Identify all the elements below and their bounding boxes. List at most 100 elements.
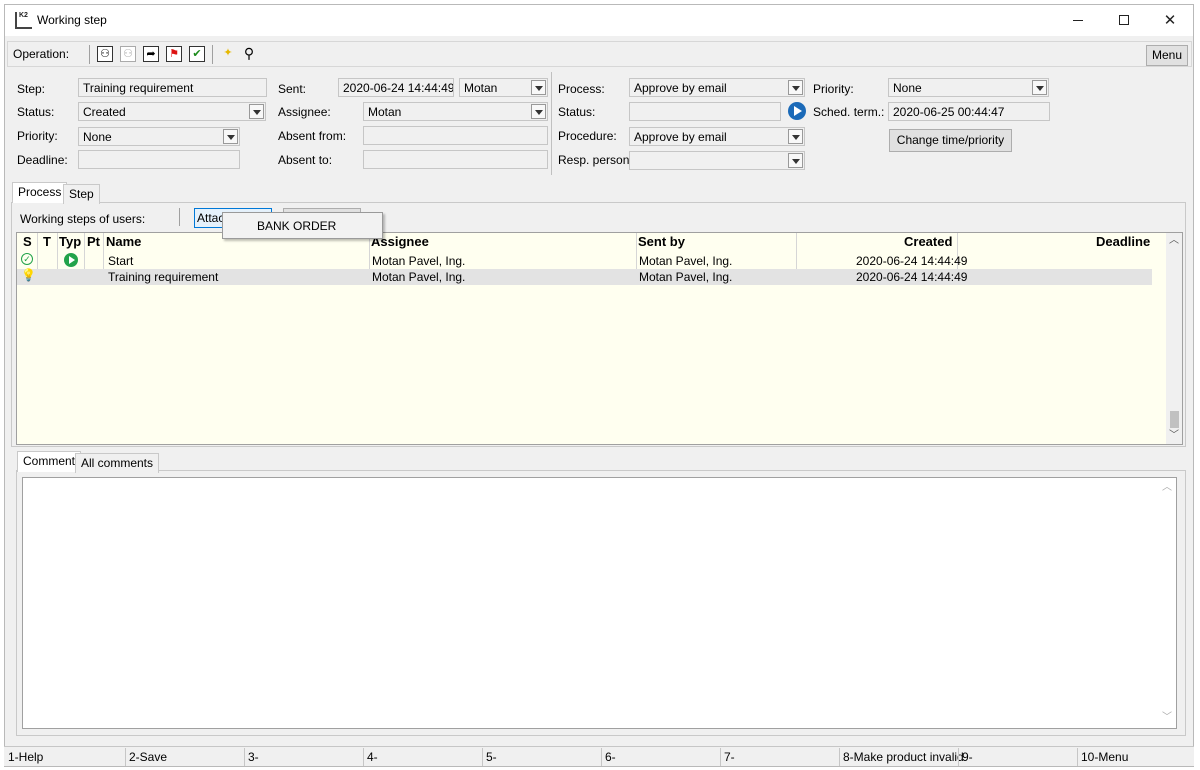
procedure-select[interactable]: Approve by email bbox=[629, 127, 805, 146]
priority-select-value: None bbox=[83, 130, 112, 144]
app-logo-text: K2 bbox=[19, 12, 28, 19]
col-header-sent-by[interactable]: Sent by bbox=[638, 234, 685, 249]
procedure-label: Procedure: bbox=[558, 129, 617, 143]
assignee-select-value: Motan bbox=[368, 105, 402, 119]
row-name: Training requirement bbox=[108, 270, 219, 284]
flag-red-icon[interactable]: ⚑ bbox=[166, 46, 182, 62]
forward-icon[interactable]: ➦ bbox=[143, 46, 159, 62]
assignee-select[interactable]: Motan bbox=[363, 102, 548, 121]
play-icon[interactable] bbox=[788, 102, 806, 120]
return-disabled-icon[interactable]: ⚇ bbox=[120, 46, 136, 62]
close-button[interactable]: ✕ bbox=[1147, 5, 1193, 35]
chevron-down-icon[interactable] bbox=[531, 80, 546, 95]
new-item-star-icon[interactable]: ✦ bbox=[220, 46, 236, 62]
status-label: Status: bbox=[17, 105, 55, 119]
process-priority-value: None bbox=[893, 81, 922, 95]
row-name: Start bbox=[108, 254, 134, 268]
maximize-button[interactable] bbox=[1101, 5, 1147, 35]
fkey-2[interactable]: 2-Save bbox=[129, 750, 167, 764]
col-header-pt[interactable]: Pt bbox=[87, 234, 100, 249]
col-header-created[interactable]: Created bbox=[904, 234, 952, 249]
col-header-t[interactable]: T bbox=[43, 234, 51, 249]
col-header-typ[interactable]: Typ bbox=[59, 234, 81, 249]
fkey-1[interactable]: 1-Help bbox=[8, 750, 43, 764]
working-steps-grid: S T Typ Pt Name Assignee Sent by Created… bbox=[16, 232, 1183, 445]
fkey-3[interactable]: 3- bbox=[248, 750, 259, 764]
grid-header: S T Typ Pt Name Assignee Sent by Created… bbox=[17, 233, 1152, 251]
sent-label: Sent: bbox=[278, 82, 307, 96]
search-icon[interactable]: ⚲ bbox=[241, 46, 257, 62]
priority-label: Priority: bbox=[17, 129, 58, 143]
title-bar: K2 Working step ✕ bbox=[5, 5, 1193, 36]
lightbulb-icon: 💡 bbox=[21, 268, 36, 282]
status-ok-icon: ✓ bbox=[21, 253, 33, 265]
operation-toolbar: Operation: ⚇ ⚇ ➦ ⚑ ✔ ✦ ⚲ Menu bbox=[7, 41, 1192, 67]
chevron-down-icon[interactable] bbox=[531, 104, 546, 119]
priority-select[interactable]: None bbox=[78, 127, 240, 146]
scroll-up-icon[interactable]: ︿ bbox=[1159, 480, 1175, 496]
scroll-down-icon[interactable]: ﹀ bbox=[1166, 428, 1182, 444]
comment-scrollbar[interactable]: ︿ ﹀ bbox=[1159, 478, 1176, 728]
fkey-6[interactable]: 6- bbox=[605, 750, 616, 764]
take-over-icon[interactable]: ⚇ bbox=[97, 46, 113, 62]
chevron-down-icon[interactable] bbox=[788, 153, 803, 168]
fkey-9[interactable]: 9- bbox=[962, 750, 973, 764]
resp-person-select[interactable] bbox=[629, 151, 805, 170]
tab-comment[interactable]: Comment bbox=[17, 451, 82, 472]
change-time-priority-button[interactable]: Change time/priority bbox=[889, 129, 1012, 152]
col-header-s[interactable]: S bbox=[23, 234, 32, 249]
table-row[interactable]: ✓ Start Motan Pavel, Ing. Motan Pavel, I… bbox=[17, 253, 1152, 269]
maximize-icon bbox=[1119, 15, 1129, 25]
chevron-down-icon[interactable] bbox=[788, 129, 803, 144]
sched-term-field[interactable]: 2020-06-25 00:44:47 bbox=[888, 102, 1050, 121]
chevron-down-icon[interactable] bbox=[249, 104, 264, 119]
row-assignee: Motan Pavel, Ing. bbox=[372, 270, 466, 284]
grid-scrollbar[interactable]: ︿ ﹀ bbox=[1166, 233, 1182, 444]
app-logo-icon: K2 bbox=[15, 12, 32, 29]
process-status-field[interactable] bbox=[629, 102, 781, 121]
fkey-10[interactable]: 10-Menu bbox=[1081, 750, 1128, 764]
close-icon: ✕ bbox=[1163, 12, 1177, 29]
chevron-down-icon[interactable] bbox=[1032, 80, 1047, 95]
check-green-icon[interactable]: ✔ bbox=[189, 46, 205, 62]
status-select[interactable]: Created bbox=[78, 102, 266, 121]
sched-term-label: Sched. term.: bbox=[813, 105, 885, 119]
tab-step[interactable]: Step bbox=[63, 184, 100, 204]
sent-field[interactable]: 2020-06-24 14:44:49 bbox=[338, 78, 454, 97]
fkey-4[interactable]: 4- bbox=[367, 750, 378, 764]
scroll-down-icon[interactable]: ﹀ bbox=[1159, 710, 1175, 726]
absent-from-field[interactable] bbox=[363, 126, 548, 145]
sent-user-select[interactable]: Motan bbox=[459, 78, 548, 97]
comment-textarea[interactable]: ︿ ﹀ bbox=[22, 477, 1177, 729]
absent-to-label: Absent to: bbox=[278, 153, 333, 167]
minimize-button[interactable] bbox=[1055, 5, 1101, 35]
fkey-8[interactable]: 8-Make product invalid bbox=[843, 750, 964, 764]
attachment-popup-menu: BANK ORDER bbox=[222, 212, 383, 239]
fkey-separator bbox=[363, 748, 364, 766]
popup-item-bank-order[interactable]: BANK ORDER bbox=[257, 219, 336, 233]
status-select-value: Created bbox=[83, 105, 126, 119]
scroll-up-icon[interactable]: ︿ bbox=[1166, 233, 1182, 249]
table-row-selected[interactable]: 💡 Training requirement Motan Pavel, Ing.… bbox=[17, 269, 1152, 285]
fkey-separator bbox=[482, 748, 483, 766]
fkey-separator bbox=[720, 748, 721, 766]
process-priority-select[interactable]: None bbox=[888, 78, 1049, 97]
menu-button[interactable]: Menu bbox=[1146, 45, 1188, 66]
step-field[interactable]: Training requirement bbox=[78, 78, 267, 97]
fkey-5[interactable]: 5- bbox=[486, 750, 497, 764]
col-header-deadline[interactable]: Deadline bbox=[1096, 234, 1150, 249]
chevron-down-icon[interactable] bbox=[788, 80, 803, 95]
tab-all-comments[interactable]: All comments bbox=[75, 453, 160, 473]
tab-process[interactable]: Process bbox=[12, 182, 68, 203]
deadline-field[interactable] bbox=[78, 150, 240, 169]
scrollbar-thumb[interactable] bbox=[1170, 411, 1179, 428]
row-assignee: Motan Pavel, Ing. bbox=[372, 254, 466, 268]
chevron-down-icon[interactable] bbox=[223, 129, 238, 144]
absent-to-field[interactable] bbox=[363, 150, 548, 169]
process-select[interactable]: Approve by email bbox=[629, 78, 805, 97]
fkey-7[interactable]: 7- bbox=[724, 750, 735, 764]
working-steps-label: Working steps of users: bbox=[20, 212, 146, 226]
col-header-name[interactable]: Name bbox=[106, 234, 141, 249]
step-label: Step: bbox=[17, 82, 46, 96]
process-priority-label: Priority: bbox=[813, 82, 854, 96]
